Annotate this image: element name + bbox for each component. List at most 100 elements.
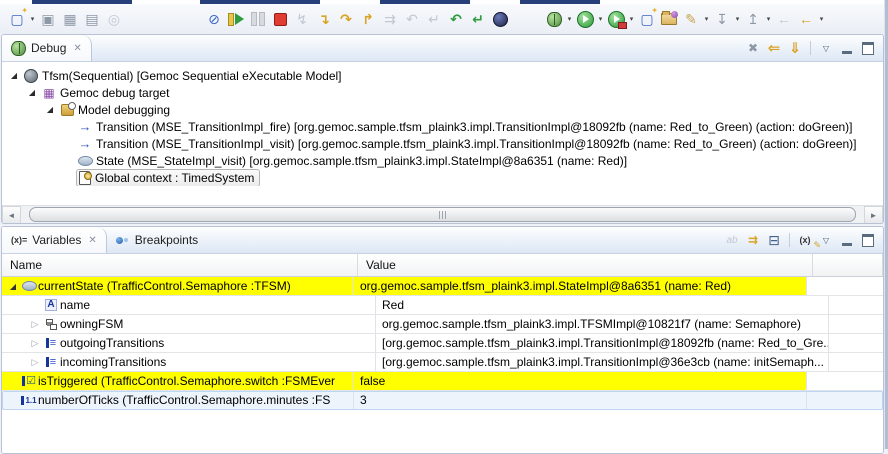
mark-occurrences-icon[interactable]: ✎ [680,8,702,30]
minimize-icon[interactable] [838,39,856,57]
tree-row-debug-target[interactable]: ◢ ▦ Gemoc debug target [2,84,883,101]
variable-row-incomingTransitions[interactable]: ▷ ≡ incomingTransitions [org.gemoc.sampl… [2,353,883,372]
twist-open-icon[interactable]: ◢ [42,105,58,114]
collapse-all-icon[interactable]: ⊟ [765,231,783,249]
variable-row-currentState[interactable]: ◢ currentState (TrafficControl.Semaphore… [2,277,883,296]
tree-row-state-visit[interactable]: State (MSE_StateImpl_visit) [org.gemoc.s… [2,152,883,169]
variable-row-outgoingTransitions[interactable]: ▷ ≡ outgoingTransitions [org.gemoc.sampl… [2,334,883,353]
tree-row-label: Transition (MSE_TransitionImpl_visit) [o… [94,137,857,151]
scrollbar-track[interactable] [21,206,864,223]
view-menu-icon[interactable]: ▽ [817,39,835,57]
tab-debug-label: Debug [31,41,66,55]
variable-row-numberOfTicks[interactable]: 1.1 numberOfTicks (TrafficControl.Semaph… [2,391,883,410]
step-into-icon[interactable]: ↴ [313,8,335,30]
new-wizard-dropdown-icon[interactable]: ▾ [28,9,37,29]
minimize-icon[interactable] [838,231,856,249]
show-type-names-icon[interactable]: ab [723,231,741,249]
print-icon[interactable]: ▤ [81,8,103,30]
save-all-icon[interactable]: ▦ [59,8,81,30]
tab-close-icon[interactable]: ✕ [73,43,81,54]
row-empty-cell [829,334,883,352]
variables-view-toolbar: ab ⇉ ⊟ (x) ▽ [723,227,883,253]
variable-row-isTriggered[interactable]: ☑ isTriggered (TrafficControl.Semaphore.… [2,372,883,391]
tree-row-model-debugging[interactable]: ◢ Model debugging [2,101,883,118]
previous-annotation-icon[interactable]: ↥ [742,8,764,30]
variable-value: false [354,372,807,390]
previous-annotation-dropdown-icon[interactable]: ▾ [764,9,773,29]
twist-open-icon[interactable]: ◢ [6,71,22,80]
reverse-step-icon[interactable]: ↵ [467,8,489,30]
external-tools-icon[interactable] [605,8,627,30]
new-wizard-icon[interactable]: ▢ [6,8,28,30]
variable-name: outgoingTransitions [60,336,164,350]
next-annotation-dropdown-icon[interactable]: ▾ [733,9,742,29]
run-to-line-icon[interactable]: ⇉ [379,8,401,30]
twist-open-icon[interactable]: ◢ [24,88,40,97]
variable-value: org.gemoc.sample.tfsm_plaink3.impl.State… [354,277,807,295]
next-step-icon[interactable]: ⇓ [786,39,804,57]
step-back-into-icon[interactable]: ↶ [401,8,423,30]
variable-value: [org.gemoc.sample.tfsm_plaink3.impl.Tran… [376,334,829,352]
watch-expression-icon[interactable]: (x) [796,231,814,249]
maximize-icon[interactable] [859,39,877,57]
step-return-icon[interactable]: ↱ [357,8,379,30]
disconnect-icon[interactable]: ↯ [291,8,313,30]
tree-row-global-context[interactable]: Global context : TimedSystem [2,169,883,186]
twist-closed-icon[interactable]: ▷ [28,319,42,330]
gemoc-engine-icon[interactable] [489,8,511,30]
show-logical-structures-icon[interactable]: ⇉ [744,231,762,249]
tab-close-icon[interactable]: ✕ [88,235,96,246]
terminate-icon[interactable] [269,8,291,30]
run-launch-icon[interactable] [574,8,596,30]
tab-variables[interactable]: (x)= Variables ✕ [2,227,107,253]
tree-row-launch[interactable]: ◢ Tfsm(Sequential) [Gemoc Sequential eXe… [2,67,883,84]
tree-row-transition-fire[interactable]: → Transition (MSE_TransitionImpl_fire) [… [2,118,883,135]
scroll-right-icon[interactable]: ► [864,206,883,224]
variables-view: (x)= Variables ✕ Breakpoints ab ⇉ ⊟ (x) … [1,226,884,454]
back-nav-dropdown-icon[interactable]: ▾ [817,9,826,29]
open-folder-icon[interactable] [658,8,680,30]
tab-breakpoints[interactable]: Breakpoints [107,227,207,253]
breakpoints-tab-icon [116,237,130,244]
external-tools-dropdown-icon[interactable]: ▾ [627,9,636,29]
run-launch-dropdown-icon[interactable]: ▾ [596,9,605,29]
remove-terminated-icon[interactable]: ✖ [744,39,762,57]
debug-launch-icon[interactable] [543,8,565,30]
tree-row-transition-visit[interactable]: → Transition (MSE_TransitionImpl_visit) … [2,135,883,152]
next-annotation-icon[interactable]: ↧ [711,8,733,30]
variables-tab-icon: (x)= [11,235,27,245]
column-header-name[interactable]: Name [2,254,358,276]
twist-closed-icon[interactable]: ▷ [28,338,42,349]
variables-table: Name Value ◢ currentState (TrafficContro… [2,254,883,453]
variable-row-owningFSM[interactable]: ▷ owningFSM org.gemoc.sample.tfsm_plaink… [2,315,883,334]
new-java-wizard-icon[interactable]: ▢ [636,8,658,30]
twist-closed-icon[interactable]: ▷ [28,357,42,368]
scroll-left-icon[interactable]: ◄ [2,206,21,224]
fsm-reference-icon [42,319,60,330]
row-empty-cell [807,277,883,295]
maximize-icon[interactable] [859,231,877,249]
step-back-over-icon[interactable]: ↵ [423,8,445,30]
twist-open-icon[interactable]: ◢ [6,282,20,291]
back-step-icon[interactable]: ↶ [445,8,467,30]
pause-icon[interactable] [247,8,269,30]
skip-all-breakpoints-icon[interactable]: ⊘ [203,8,225,30]
debug-target-icon: ▦ [40,86,58,100]
variable-row-name[interactable]: A name Red [2,296,883,315]
selected-tree-row[interactable]: Global context : TimedSystem [76,169,260,186]
debug-bug-icon [11,41,26,56]
back-nav-icon[interactable]: ← [795,8,817,30]
last-edit-location-icon[interactable]: ← [773,8,795,30]
scrollbar-thumb[interactable] [29,207,856,222]
debug-view-tabbar: Debug ✕ ✖ ⇐ ⇓ ▽ [2,35,883,62]
save-icon[interactable]: ▣ [37,8,59,30]
step-over-icon[interactable]: ↷ [335,8,357,30]
tab-debug[interactable]: Debug ✕ [2,35,92,61]
column-header-empty [813,254,883,276]
previous-step-icon[interactable]: ⇐ [765,39,783,57]
column-header-value[interactable]: Value [358,254,813,276]
resume-icon[interactable] [225,8,247,30]
debug-launch-dropdown-icon[interactable]: ▾ [565,9,574,29]
fetch-remote-icon[interactable]: ◎ [103,8,125,30]
mark-occurrences-dropdown-icon[interactable]: ▾ [702,9,711,29]
